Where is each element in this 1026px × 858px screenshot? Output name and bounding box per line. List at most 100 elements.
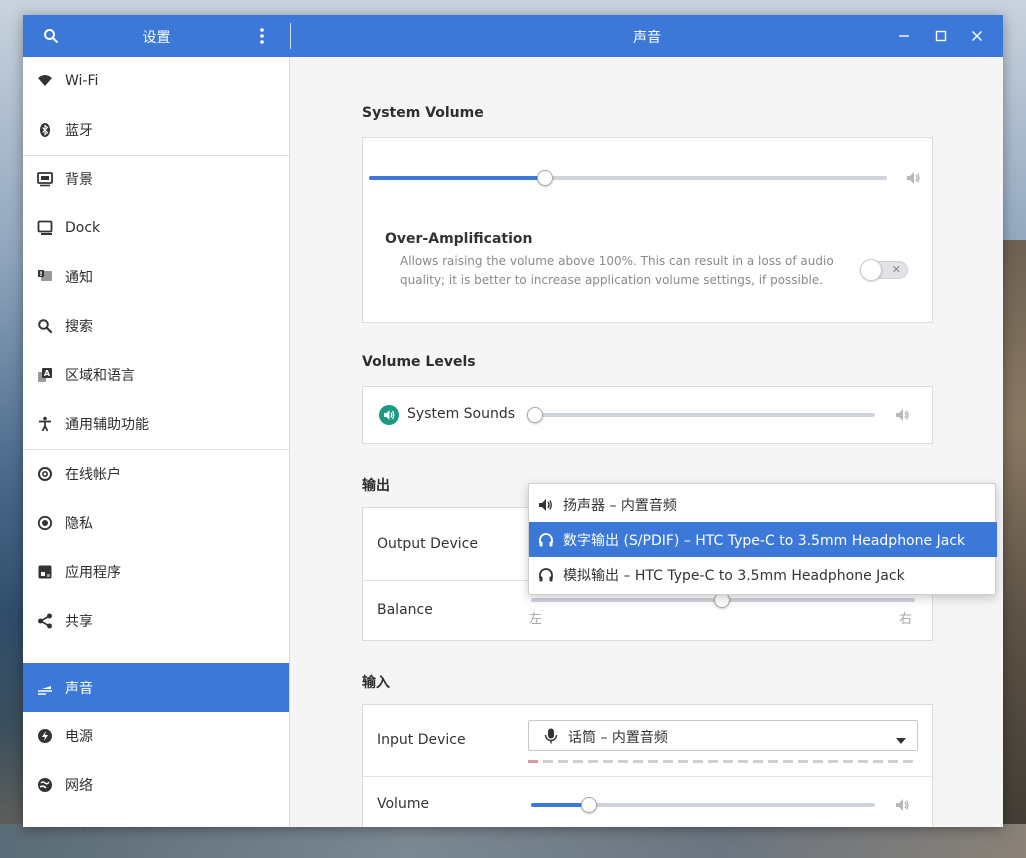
level-segment	[783, 760, 793, 763]
level-segment	[708, 760, 718, 763]
sidebar-item-label: Dock	[65, 220, 101, 236]
sidebar-item-applications[interactable]: 应用程序	[23, 552, 289, 592]
notification-icon	[36, 268, 54, 286]
sidebar-item-label: Wi-Fi	[65, 73, 99, 89]
input-volume-slider-handle[interactable]	[581, 797, 597, 813]
sidebar-item-label: 通用辅助功能	[65, 417, 149, 433]
sidebar-item-accessibility[interactable]: 通用辅助功能	[23, 404, 289, 444]
row-separator	[363, 776, 932, 777]
level-segment	[528, 760, 538, 763]
kebab-menu-icon[interactable]	[257, 27, 267, 45]
level-segment	[888, 760, 898, 763]
system-sounds-icon	[379, 405, 399, 425]
privacy-icon	[36, 514, 54, 532]
svg-text:A: A	[44, 369, 51, 378]
output-option-label: 扬声器 – 内置音频	[563, 497, 677, 514]
sidebar-item-label: 网络	[65, 778, 93, 794]
dock-icon	[36, 219, 54, 237]
system-sounds-slider-handle[interactable]	[527, 407, 543, 423]
over-amplification-toggle[interactable]: ✕	[860, 259, 908, 281]
output-option-analog-headphone[interactable]: 模拟输出 – HTC Type-C to 3.5mm Headphone Jac…	[529, 557, 995, 592]
over-amplification-title: Over-Amplification	[385, 231, 533, 247]
level-segment	[633, 760, 643, 763]
sidebar-item-label: 隐私	[65, 516, 93, 532]
sidebar: Wi-Fi 蓝牙 背景 Dock 通知 搜索 A 区域和语言 通用辅助功能 在线…	[23, 57, 290, 827]
minimize-button[interactable]	[894, 26, 914, 46]
output-option-label: 模拟输出 – HTC Type-C to 3.5mm Headphone Jac…	[563, 567, 905, 584]
level-segment	[573, 760, 583, 763]
input-card: Input Device 话筒 – 内置音频 Volume	[362, 704, 933, 827]
volume-levels-card: System Sounds	[362, 386, 933, 444]
input-device-dropdown[interactable]: 话筒 – 内置音频	[528, 720, 918, 751]
output-device-label: Output Device	[377, 536, 478, 552]
sidebar-item-devices[interactable]: 设备	[23, 814, 289, 827]
sidebar-item-power[interactable]: 电源	[23, 716, 289, 756]
power-icon	[36, 727, 54, 745]
sidebar-item-language[interactable]: A 区域和语言	[23, 355, 289, 395]
sidebar-item-network[interactable]: 网络	[23, 765, 289, 805]
sidebar-title: 设置	[142, 30, 171, 46]
level-segment	[543, 760, 553, 763]
system-sounds-slider[interactable]	[533, 413, 875, 417]
desktop-background-shore	[0, 824, 1026, 858]
level-segment	[873, 760, 883, 763]
output-title: 输出	[362, 478, 390, 494]
toggle-off-icon: ✕	[891, 263, 901, 276]
sidebar-item-label: 通知	[65, 270, 93, 286]
level-segment	[828, 760, 838, 763]
level-segment	[813, 760, 823, 763]
accessibility-icon	[36, 415, 54, 433]
level-segment	[903, 760, 913, 763]
sidebar-item-label: 应用程序	[65, 565, 121, 581]
sidebar-item-privacy[interactable]: 隐私	[23, 503, 289, 543]
level-segment	[648, 760, 658, 763]
system-volume-slider-handle[interactable]	[537, 170, 553, 186]
level-segment	[798, 760, 808, 763]
volume-levels-title: Volume Levels	[362, 354, 476, 370]
output-option-label: 数字输出 (S/PDIF) – HTC Type-C to 3.5mm Head…	[563, 532, 966, 549]
output-option-speaker[interactable]: 扬声器 – 内置音频	[529, 487, 995, 522]
level-segment	[603, 760, 613, 763]
level-segment	[663, 760, 673, 763]
sidebar-item-sound[interactable]: 声音	[23, 663, 289, 712]
level-segment	[618, 760, 628, 763]
settings-window: 设置 声音 Wi-Fi 蓝牙 背景 Dock 通知 搜索 A 区域和语言 通用辅…	[23, 15, 1003, 827]
headphones-icon	[538, 532, 554, 548]
system-volume-title: System Volume	[362, 105, 484, 121]
system-volume-slider-fill	[369, 176, 545, 180]
level-segment	[843, 760, 853, 763]
sidebar-item-notification[interactable]: 通知	[23, 257, 289, 297]
sidebar-item-label: 设备	[65, 824, 93, 827]
sidebar-item-bluetooth[interactable]: 蓝牙	[23, 110, 289, 150]
level-segment	[858, 760, 868, 763]
sidebar-item-share[interactable]: 共享	[23, 601, 289, 641]
sidebar-item-wifi[interactable]: Wi-Fi	[23, 61, 289, 101]
bluetooth-icon	[36, 121, 54, 139]
level-segment	[723, 760, 733, 763]
network-icon	[36, 776, 54, 794]
sidebar-item-online-accounts[interactable]: 在线帐户	[23, 454, 289, 494]
input-volume-label: Volume	[377, 796, 430, 812]
toggle-knob	[860, 259, 882, 281]
sidebar-divider	[23, 155, 289, 156]
sidebar-item-label: 搜索	[65, 319, 93, 335]
sidebar-item-label: 在线帐户	[65, 467, 121, 483]
volume-icon	[905, 170, 921, 186]
maximize-button[interactable]	[931, 26, 951, 46]
input-device-value: 话筒 – 内置音频	[568, 730, 668, 746]
output-option-digital-headphone[interactable]: 数字输出 (S/PDIF) – HTC Type-C to 3.5mm Head…	[529, 522, 997, 557]
balance-label: Balance	[377, 602, 433, 618]
close-button[interactable]	[967, 26, 987, 46]
level-segment	[588, 760, 598, 763]
level-segment	[768, 760, 778, 763]
sidebar-item-dock[interactable]: Dock	[23, 208, 289, 248]
titlebar: 设置 声音	[23, 15, 1003, 57]
sidebar-item-label: 共享	[65, 614, 93, 630]
sidebar-divider	[23, 449, 289, 450]
sidebar-item-search[interactable]: 搜索	[23, 306, 289, 346]
volume-icon	[894, 797, 910, 813]
sidebar-item-label: 蓝牙	[65, 123, 93, 139]
sidebar-item-background[interactable]: 背景	[23, 159, 289, 199]
wifi-icon	[36, 72, 54, 90]
output-device-popup: 扬声器 – 内置音频 数字输出 (S/PDIF) – HTC Type-C to…	[528, 483, 997, 595]
